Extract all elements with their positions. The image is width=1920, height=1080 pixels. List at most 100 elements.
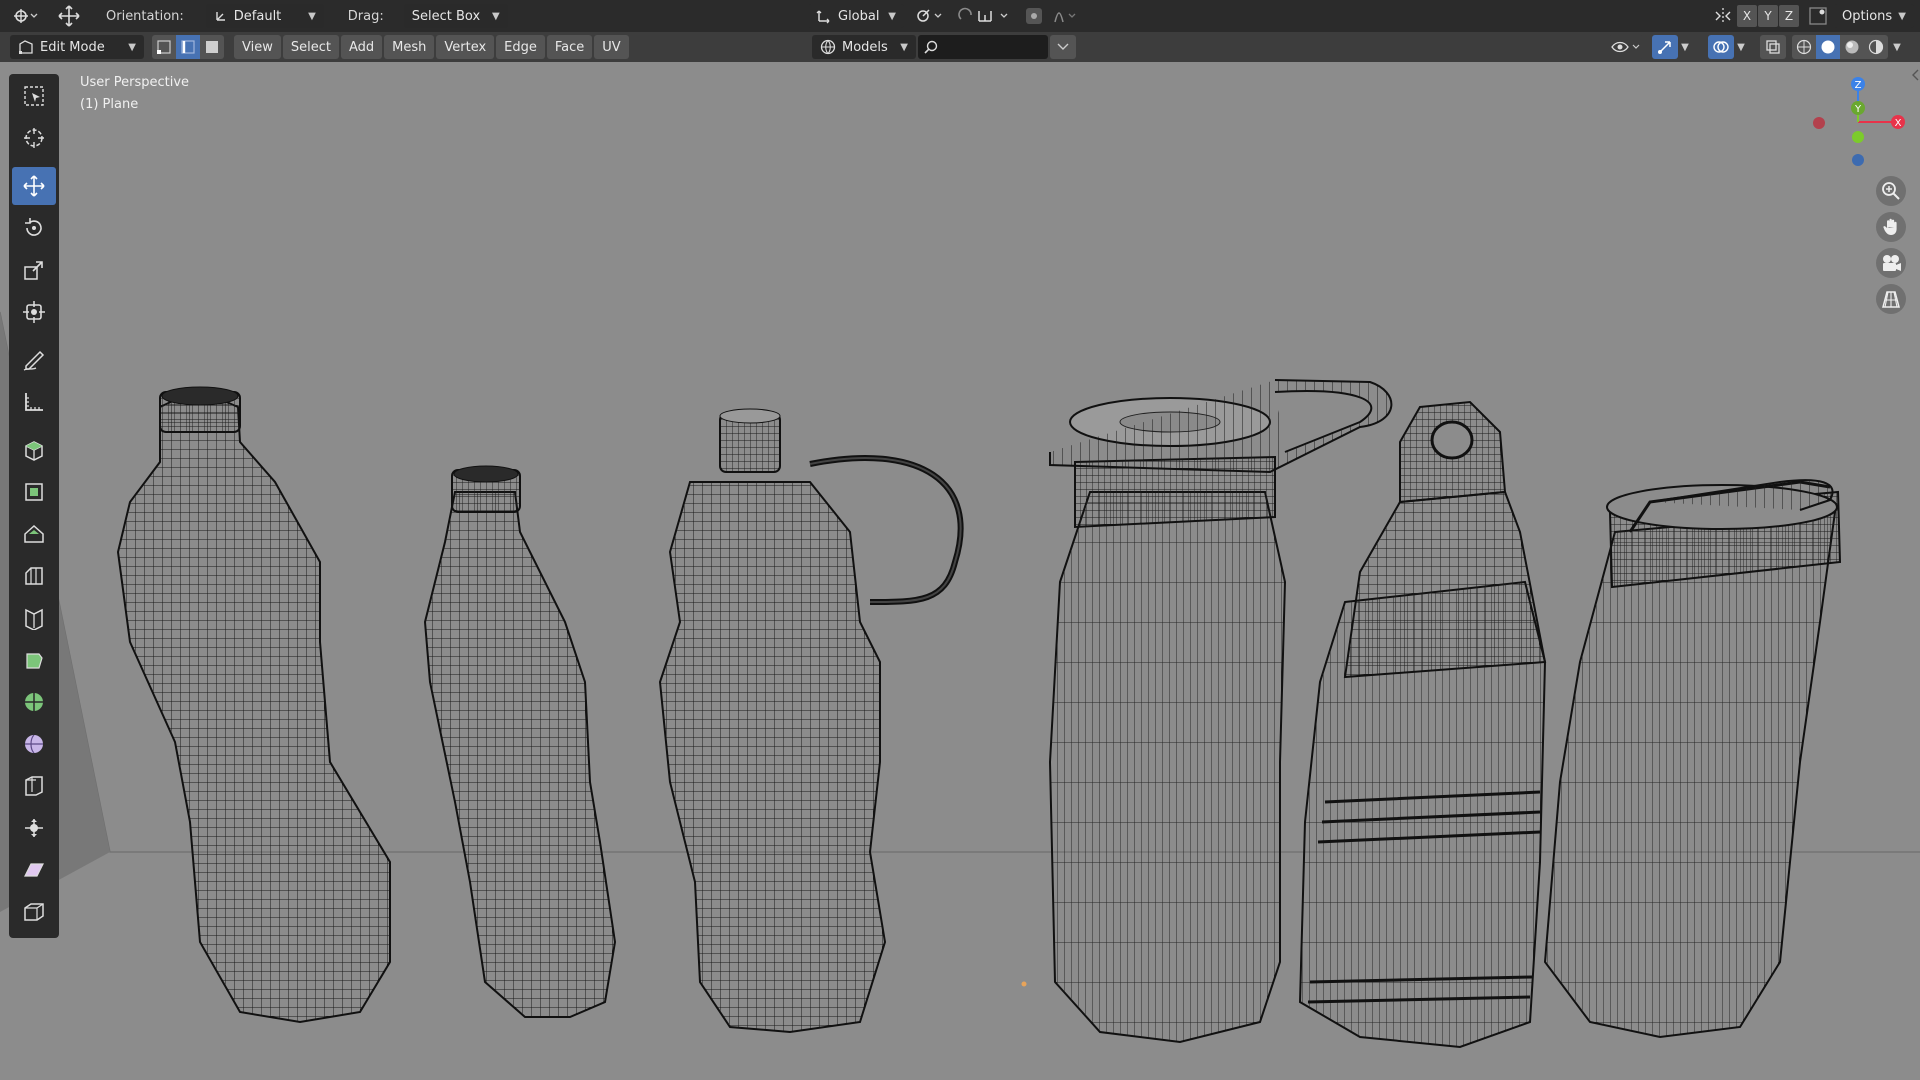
menu-uv[interactable]: UV <box>594 35 629 59</box>
sidebar-toggle-icon[interactable] <box>1910 68 1920 82</box>
transform-space-value: Global <box>838 8 880 24</box>
menu-view[interactable]: View <box>234 35 281 59</box>
scene-canvas[interactable]: Z Y X <box>0 62 1920 1080</box>
transform-tool-icon[interactable] <box>12 293 56 331</box>
select-mode-group <box>152 35 224 59</box>
3d-cursor-icon <box>1021 981 1027 987</box>
options-dropdown[interactable]: Options ▼ <box>1834 4 1914 28</box>
plastic-bottle-large[interactable] <box>116 386 391 1024</box>
plastic-bottle-slim[interactable] <box>423 465 617 1018</box>
gizmo-y-label: Y <box>1854 104 1862 115</box>
tool-settings-header: Orientation: Default ▼ Drag: Select Box … <box>0 0 1920 32</box>
search-icon <box>924 40 938 54</box>
rotate-tool-icon[interactable] <box>12 209 56 247</box>
shading-dropdown[interactable]: ▼ <box>1890 35 1904 59</box>
gizmo-neg-z[interactable] <box>1852 154 1864 166</box>
overlays-toggle[interactable] <box>1708 35 1734 59</box>
face-select-icon[interactable] <box>200 35 224 59</box>
inset-tool-icon[interactable] <box>12 515 56 553</box>
chevron-down-icon: ▼ <box>888 10 896 22</box>
pivot-point-icon[interactable] <box>914 4 946 28</box>
add-cube-tool-icon[interactable] <box>12 431 56 469</box>
mirror-x-toggle[interactable]: X <box>1737 5 1757 27</box>
overlays-dropdown[interactable]: ▼ <box>1734 35 1748 59</box>
edge-select-icon[interactable] <box>176 35 200 59</box>
options-label: Options <box>1842 8 1893 24</box>
gizmo-toggle[interactable] <box>1652 35 1678 59</box>
tumbler-with-flip-lid[interactable] <box>1543 479 1842 1039</box>
view-name: User Perspective <box>80 75 190 90</box>
gizmo-neg-x[interactable] <box>1813 117 1825 129</box>
spin-tool-icon[interactable] <box>12 683 56 721</box>
zoom-icon[interactable] <box>1876 176 1906 206</box>
chevron-down-icon: ▼ <box>308 10 316 22</box>
search-options-button[interactable] <box>1050 35 1076 59</box>
scale-tool-icon[interactable] <box>12 251 56 289</box>
navigation-gizmo[interactable]: Z Y X <box>1813 77 1905 166</box>
mirror-y-toggle[interactable]: Y <box>1758 5 1778 27</box>
menu-select[interactable]: Select <box>282 35 339 59</box>
camera-view-icon[interactable] <box>1876 248 1906 278</box>
tool-shelf <box>9 74 59 938</box>
edge-slide-tool-icon[interactable] <box>12 767 56 805</box>
shrink-fatten-tool-icon[interactable] <box>12 809 56 847</box>
move-tool-icon[interactable] <box>12 167 56 205</box>
editor-type-icon[interactable] <box>10 4 40 28</box>
global-axes-icon <box>816 10 830 24</box>
pan-hand-icon[interactable] <box>1876 212 1906 242</box>
3d-viewport[interactable]: Z Y X User Perspective (1) Plane <box>0 62 1920 1080</box>
material-shading-icon[interactable] <box>1840 35 1864 59</box>
gizmo-neg-y[interactable] <box>1852 131 1864 143</box>
smooth-tool-icon[interactable] <box>12 725 56 763</box>
wireframe-shading-icon[interactable] <box>1792 35 1816 59</box>
eye-icon <box>1611 41 1640 53</box>
drag-dropdown[interactable]: Select Box ▼ <box>403 4 508 28</box>
move-tool-icon[interactable] <box>56 4 82 28</box>
gizmo-z-label: Z <box>1855 80 1862 91</box>
viewport-info: User Perspective (1) Plane <box>80 72 189 116</box>
bevel-tool-icon[interactable] <box>12 557 56 595</box>
transform-orientation-dropdown[interactable]: Global ▼ <box>808 4 904 28</box>
orientation-label: Orientation: <box>106 8 184 24</box>
chevron-down-icon: ▼ <box>900 41 908 53</box>
select-box-tool-icon[interactable] <box>12 77 56 115</box>
cursor-tool-icon[interactable] <box>12 119 56 157</box>
mirror-axes: X Y Z <box>1737 5 1800 27</box>
proportional-editing-icon[interactable] <box>1024 4 1080 28</box>
annotate-tool-icon[interactable] <box>12 341 56 379</box>
globe-icon <box>820 39 836 55</box>
menu-face[interactable]: Face <box>546 35 593 59</box>
menu-vertex[interactable]: Vertex <box>436 35 495 59</box>
collection-filter-dropdown[interactable]: Models ▼ <box>812 35 916 59</box>
extrude-tool-icon[interactable] <box>12 473 56 511</box>
xray-toggle[interactable] <box>1760 35 1786 59</box>
snap-icon[interactable] <box>956 4 1018 28</box>
knife-tool-icon[interactable] <box>12 641 56 679</box>
sports-bottle-with-loop[interactable] <box>658 408 964 1034</box>
search-input[interactable] <box>918 35 1048 59</box>
auto-merge-icon[interactable] <box>1806 4 1830 28</box>
mirror-icon[interactable] <box>1712 4 1734 28</box>
rip-region-tool-icon[interactable] <box>12 893 56 931</box>
gizmo-dropdown[interactable]: ▼ <box>1678 35 1692 59</box>
menu-edge[interactable]: Edge <box>496 35 545 59</box>
solid-shading-icon[interactable] <box>1816 35 1840 59</box>
gizmo-x-label: X <box>1895 118 1902 129</box>
rendered-shading-icon[interactable] <box>1864 35 1888 59</box>
menu-add[interactable]: Add <box>340 35 383 59</box>
shear-tool-icon[interactable] <box>12 851 56 889</box>
chevron-down-icon: ▼ <box>128 41 136 53</box>
menu-mesh[interactable]: Mesh <box>384 35 435 59</box>
flask-with-ring-cap[interactable] <box>1298 400 1547 1049</box>
vertex-select-icon[interactable] <box>152 35 176 59</box>
orientation-dropdown[interactable]: Default ▼ <box>205 4 324 28</box>
viewport-header: Edit Mode ▼ View Select Add Mesh Vertex … <box>0 32 1920 62</box>
mirror-z-toggle[interactable]: Z <box>1779 5 1799 27</box>
editor-menus: View Select Add Mesh Vertex Edge Face UV <box>234 35 631 59</box>
loop-cut-tool-icon[interactable] <box>12 599 56 637</box>
visibility-toggle[interactable] <box>1608 35 1644 59</box>
perspective-toggle-icon[interactable] <box>1876 284 1906 314</box>
drag-label: Drag: <box>347 8 384 24</box>
measure-tool-icon[interactable] <box>12 383 56 421</box>
mode-dropdown[interactable]: Edit Mode ▼ <box>10 35 144 59</box>
